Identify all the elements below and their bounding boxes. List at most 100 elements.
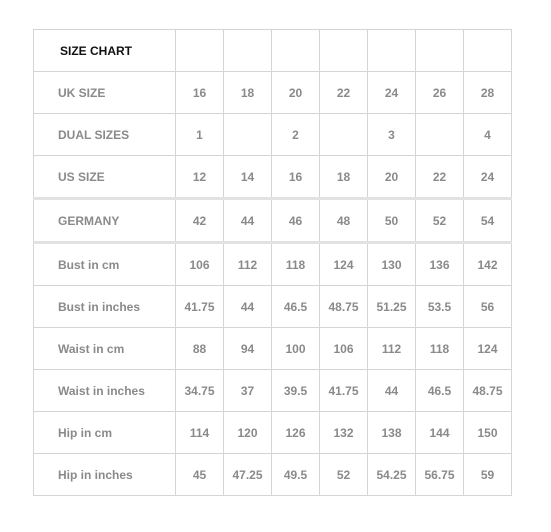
value-cell: 49.5 xyxy=(271,453,320,496)
table-row: Hip in inches 45 47.25 49.5 52 54.25 56.75 59 xyxy=(33,453,512,496)
value-cell: 41.75 xyxy=(175,285,224,328)
header-cell xyxy=(319,29,368,72)
value-cell: 106 xyxy=(175,241,224,286)
table-row: Bust in cm 106 112 118 124 130 136 142 xyxy=(33,241,512,286)
value-cell: 56 xyxy=(463,285,512,328)
value-cell: 112 xyxy=(223,241,272,286)
value-cell: 37 xyxy=(223,369,272,412)
row-label: US SIZE xyxy=(33,155,176,199)
value-cell: 24 xyxy=(367,71,416,114)
value-cell: 50 xyxy=(367,197,416,243)
table-row: Bust in inches 41.75 44 46.5 48.75 51.25 53.5 5… xyxy=(33,285,512,328)
value-cell: 20 xyxy=(367,155,416,199)
value-cell: 3 xyxy=(367,113,416,156)
value-cell: 22 xyxy=(319,71,368,114)
table-row: UK SIZE 16 18 20 22 24 26 28 xyxy=(33,71,512,114)
value-cell: 138 xyxy=(367,411,416,454)
value-cell: 120 xyxy=(223,411,272,454)
value-cell: 44 xyxy=(367,369,416,412)
value-cell: 53.5 xyxy=(415,285,464,328)
value-cell: 46.5 xyxy=(271,285,320,328)
header-cell xyxy=(367,29,416,72)
value-cell: 114 xyxy=(175,411,224,454)
row-label: Bust in inches xyxy=(33,285,176,328)
value-cell: 44 xyxy=(223,285,272,328)
value-cell: 150 xyxy=(463,411,512,454)
value-cell: 56.75 xyxy=(415,453,464,496)
value-cell: 20 xyxy=(271,71,320,114)
value-cell: 126 xyxy=(271,411,320,454)
row-label: DUAL SIZES xyxy=(33,113,176,156)
value-cell: 44 xyxy=(223,197,272,243)
value-cell: 18 xyxy=(319,155,368,199)
value-cell: 124 xyxy=(463,327,512,370)
value-cell: 41.75 xyxy=(319,369,368,412)
header-cell xyxy=(271,29,320,72)
value-cell xyxy=(319,113,368,156)
chart-title: SIZE CHART xyxy=(33,29,176,72)
value-cell: 130 xyxy=(367,241,416,286)
value-cell: 100 xyxy=(271,327,320,370)
size-chart-table: SIZE CHART UK SIZE 16 18 20 22 24 26 28 DUAL SIZ… xyxy=(33,29,512,496)
value-cell: 34.75 xyxy=(175,369,224,412)
value-cell: 16 xyxy=(271,155,320,199)
value-cell: 26 xyxy=(415,71,464,114)
row-label: Bust in cm xyxy=(33,241,176,286)
value-cell: 112 xyxy=(367,327,416,370)
value-cell: 42 xyxy=(175,197,224,243)
table-row: Hip in cm 114 120 126 132 138 144 150 xyxy=(33,411,512,454)
value-cell: 4 xyxy=(463,113,512,156)
value-cell: 48.75 xyxy=(463,369,512,412)
row-label: Hip in inches xyxy=(33,453,176,496)
header-cell xyxy=(415,29,464,72)
value-cell: 94 xyxy=(223,327,272,370)
value-cell: 46 xyxy=(271,197,320,243)
value-cell: 51.25 xyxy=(367,285,416,328)
value-cell: 54.25 xyxy=(367,453,416,496)
value-cell: 52 xyxy=(415,197,464,243)
value-cell: 22 xyxy=(415,155,464,199)
value-cell: 24 xyxy=(463,155,512,199)
value-cell: 88 xyxy=(175,327,224,370)
table-row: Waist in inches 34.75 37 39.5 41.75 44 46.5 48.… xyxy=(33,369,512,412)
value-cell: 47.25 xyxy=(223,453,272,496)
value-cell xyxy=(415,113,464,156)
table-row: Waist in cm 88 94 100 106 112 118 124 xyxy=(33,327,512,370)
value-cell: 16 xyxy=(175,71,224,114)
row-label: GERMANY xyxy=(33,197,176,243)
row-label: Waist in cm xyxy=(33,327,176,370)
value-cell: 2 xyxy=(271,113,320,156)
value-cell: 118 xyxy=(271,241,320,286)
header-cell xyxy=(223,29,272,72)
value-cell: 18 xyxy=(223,71,272,114)
row-label: UK SIZE xyxy=(33,71,176,114)
value-cell: 39.5 xyxy=(271,369,320,412)
value-cell: 144 xyxy=(415,411,464,454)
value-cell: 48.75 xyxy=(319,285,368,328)
value-cell: 12 xyxy=(175,155,224,199)
value-cell: 118 xyxy=(415,327,464,370)
value-cell: 1 xyxy=(175,113,224,156)
value-cell: 132 xyxy=(319,411,368,454)
value-cell: 46.5 xyxy=(415,369,464,412)
value-cell: 45 xyxy=(175,453,224,496)
header-cell xyxy=(175,29,224,72)
value-cell xyxy=(223,113,272,156)
value-cell: 14 xyxy=(223,155,272,199)
value-cell: 142 xyxy=(463,241,512,286)
value-cell: 28 xyxy=(463,71,512,114)
table-row: GERMANY 42 44 46 48 50 52 54 xyxy=(33,197,512,243)
table-row: DUAL SIZES 1 2 3 4 xyxy=(33,113,512,156)
value-cell: 124 xyxy=(319,241,368,286)
row-label: Hip in cm xyxy=(33,411,176,454)
header-row: SIZE CHART xyxy=(33,29,512,72)
value-cell: 54 xyxy=(463,197,512,243)
table-row: US SIZE 12 14 16 18 20 22 24 xyxy=(33,155,512,199)
header-cell xyxy=(463,29,512,72)
value-cell: 106 xyxy=(319,327,368,370)
value-cell: 136 xyxy=(415,241,464,286)
value-cell: 52 xyxy=(319,453,368,496)
value-cell: 59 xyxy=(463,453,512,496)
value-cell: 48 xyxy=(319,197,368,243)
row-label: Waist in inches xyxy=(33,369,176,412)
